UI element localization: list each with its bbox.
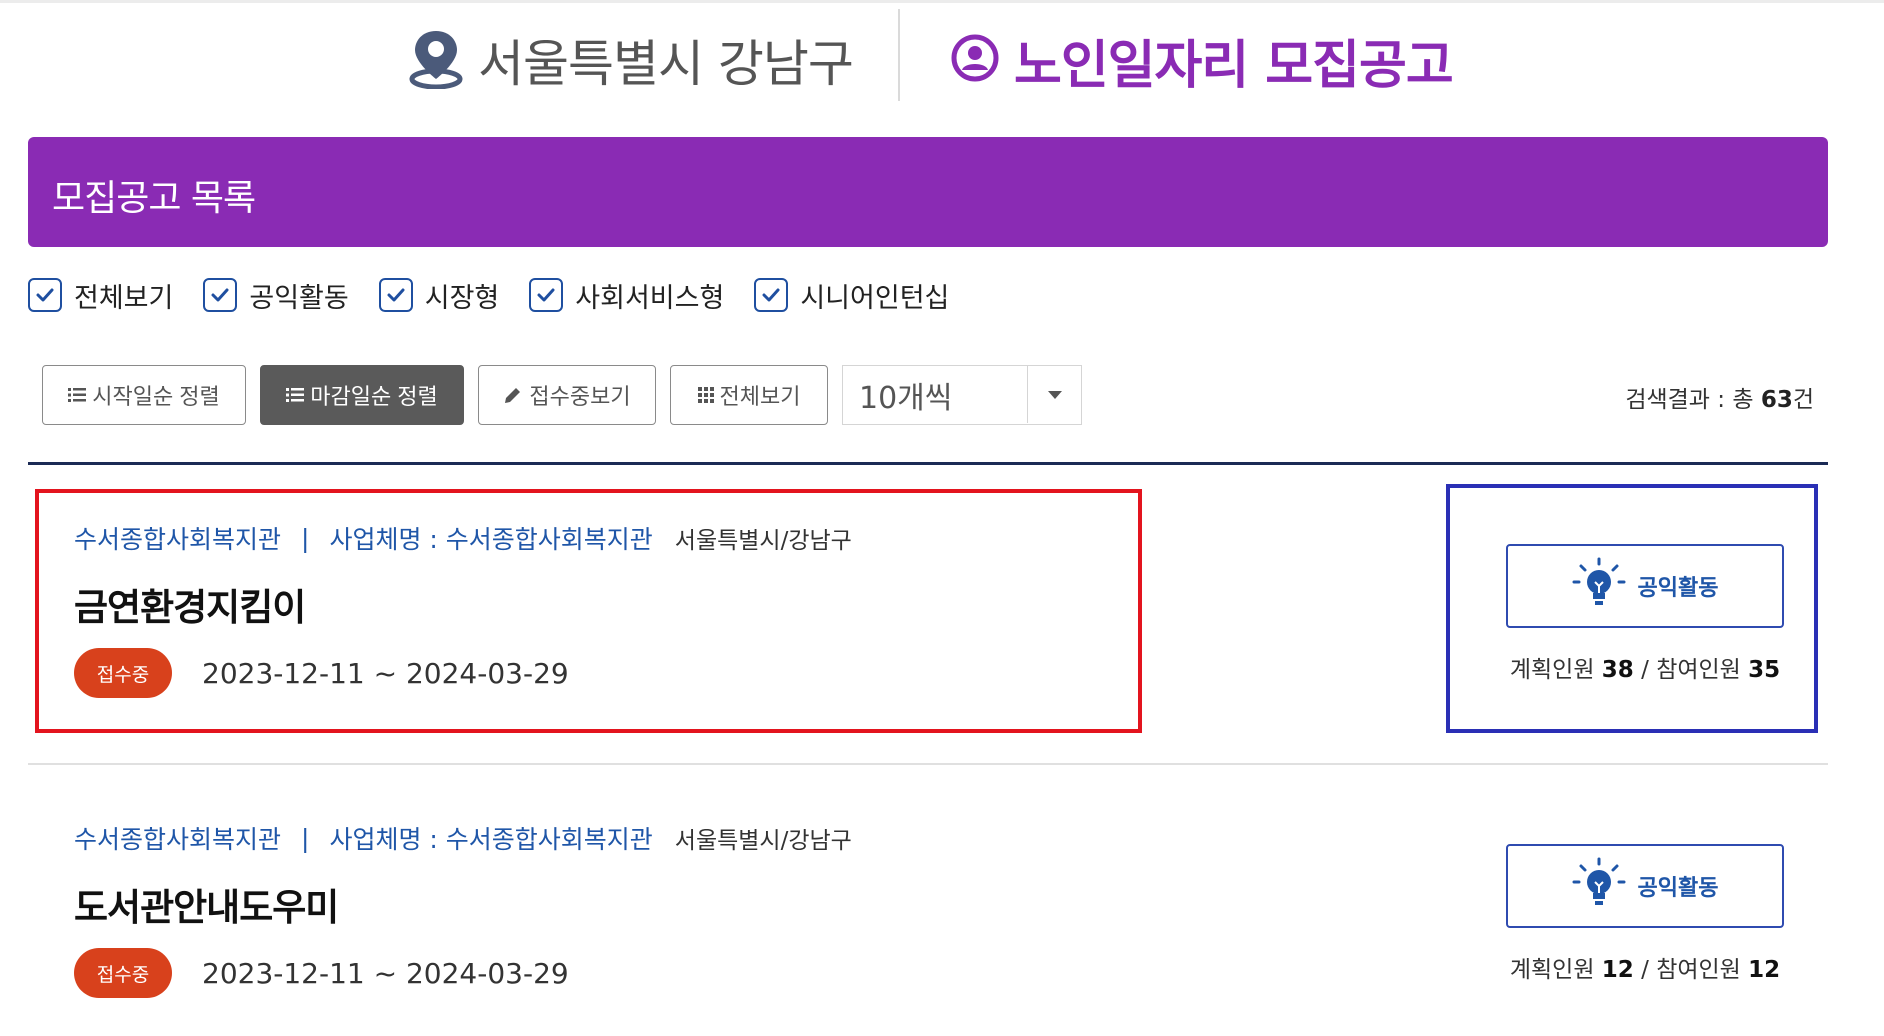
page-title: 노인일자리 모집공고 [1014, 35, 1454, 96]
filter-checkbox[interactable] [28, 278, 62, 312]
check-icon [762, 288, 780, 302]
check-icon [537, 288, 555, 302]
filter-label: 공익활동 [249, 282, 349, 314]
item-business-link[interactable]: 사업체명 : 수서종합사회복지관 [329, 820, 652, 856]
sort-start-button[interactable]: 시작일순 정렬 [42, 365, 246, 425]
item-org-link[interactable]: 수서종합사회복지관 [74, 820, 281, 856]
status-badge: 접수중 [74, 948, 172, 998]
highlight-box-activity-type [1446, 484, 1818, 733]
sort-deadline-label: 마감일순 정렬 [310, 384, 438, 409]
search-results-count: 검색결과 : 총 63건 [1625, 380, 1814, 414]
item-period: 2023-12-11 ~ 2024-03-29 [202, 956, 569, 990]
region-selector[interactable]: 서울특별시 강남구 [408, 25, 854, 95]
region-text: 서울특별시 강남구 [478, 35, 854, 93]
meta-separator: | [301, 823, 310, 853]
view-all-button[interactable]: 전체보기 [670, 365, 828, 425]
filter-label: 시장형 [424, 282, 500, 314]
joined-count: 12 [1748, 957, 1781, 983]
view-open-label: 접수중보기 [529, 384, 631, 409]
list-item: 수서종합사회복지관 | 사업체명 : 수서종합사회복지관 서울특별시/강남구 도… [28, 765, 1828, 1036]
pencil-icon [503, 385, 523, 405]
sort-start-label: 시작일순 정렬 [92, 384, 220, 409]
sort-deadline-button[interactable]: 마감일순 정렬 [260, 365, 464, 425]
view-all-label: 전체보기 [719, 384, 801, 409]
filter-senior-internship[interactable]: 시니어인턴십 [754, 276, 949, 315]
filter-public-activity[interactable]: 공익활동 [203, 276, 349, 315]
check-icon [36, 288, 54, 302]
lightbulb-icon [1572, 857, 1626, 915]
caret-down-icon [1027, 366, 1081, 423]
list-icon [286, 387, 305, 403]
filter-market-type[interactable]: 시장형 [378, 276, 500, 315]
check-icon [387, 288, 405, 302]
header: 서울특별시 강남구 노인일자리 모집공고 [0, 3, 1884, 103]
filter-checkbox[interactable] [203, 278, 238, 312]
list-icon [68, 387, 87, 403]
item-location: 서울특별시/강남구 [674, 828, 852, 854]
item-meta: 수서종합사회복지관 | 사업체명 : 수서종합사회복지관 서울특별시/강남구 [74, 820, 852, 856]
filter-checkbox[interactable] [529, 278, 564, 312]
section-banner: 모집공고 목록 [28, 137, 1828, 247]
filter-label: 시니어인턴십 [800, 282, 950, 314]
results-suffix: 건 [1792, 387, 1814, 413]
per-page-select[interactable]: 10개씩 [842, 365, 1082, 425]
filter-checkbox[interactable] [378, 278, 413, 312]
joined-label: 참여인원 [1656, 957, 1749, 983]
location-pin-icon [408, 27, 464, 93]
activity-type-label: 공익활동 [1637, 876, 1719, 901]
header-divider [898, 9, 900, 101]
item-status-row: 접수중 2023-12-11 ~ 2024-03-29 [74, 948, 569, 998]
count-separator: / [1633, 957, 1657, 983]
filter-group: 전체보기 공익활동 시장형 사회서비스형 시니어인턴십 [28, 276, 979, 315]
item-headcount: 계획인원 12 / 참여인원 12 [1506, 950, 1784, 984]
filter-label: 사회서비스형 [575, 282, 725, 314]
grid-icon [697, 387, 714, 403]
section-title: 모집공고 목록 [52, 178, 256, 219]
planned-count: 12 [1601, 957, 1634, 983]
item-title-link[interactable]: 도서관안내도우미 [74, 877, 339, 931]
planned-label: 계획인원 [1509, 957, 1602, 983]
filter-all[interactable]: 전체보기 [28, 276, 173, 315]
check-icon [211, 288, 229, 302]
person-circle-icon [950, 33, 1000, 87]
activity-type-button[interactable]: 공익활동 [1506, 844, 1784, 928]
highlight-box-listing-info [35, 489, 1142, 733]
results-prefix: 검색결과 : 총 [1625, 387, 1761, 413]
filter-checkbox[interactable] [754, 278, 789, 312]
filter-label: 전체보기 [74, 282, 174, 314]
toolbar: 시작일순 정렬 마감일순 정렬 접수중보기 전체보기 10개씩 [42, 365, 1082, 425]
results-number: 63 [1760, 387, 1793, 413]
page-title-group: 노인일자리 모집공고 [950, 25, 1454, 96]
view-open-button[interactable]: 접수중보기 [478, 365, 656, 425]
filter-social-service[interactable]: 사회서비스형 [529, 276, 724, 315]
per-page-value: 10개씩 [859, 381, 953, 416]
